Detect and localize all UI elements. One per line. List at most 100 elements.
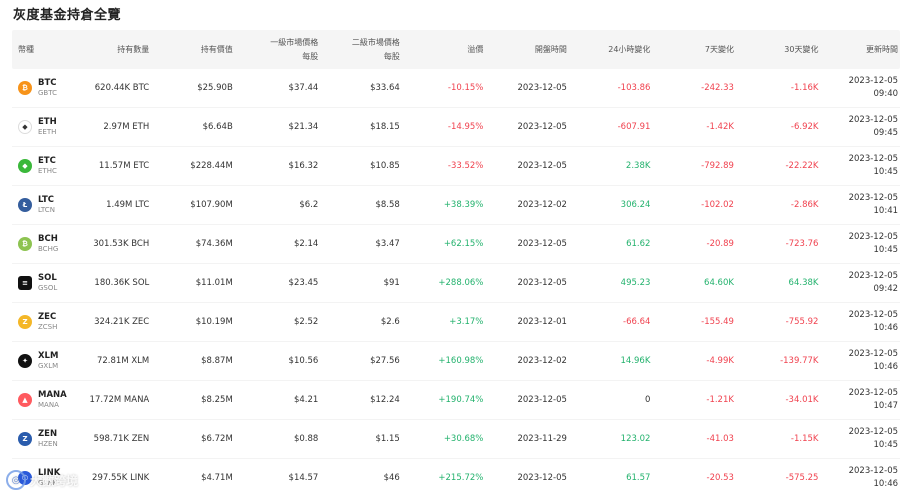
updated-time: 09:42 — [873, 284, 899, 294]
secondary-price-cell: $3.47 — [375, 239, 400, 249]
premium-cell: -33.52% — [447, 161, 484, 171]
updated-cell: 2023-12-05 10:45 — [820, 153, 900, 179]
holdings-cell: 2.97M ETH — [103, 122, 150, 132]
table-row[interactable]: Z ZEN HZEN 598.71K ZEN $6.72M $0.88 $1.15 +30.6… — [12, 420, 900, 459]
asset-cell[interactable]: ≡ SOL GSOL — [12, 273, 82, 293]
updated-time: 10:46 — [873, 362, 899, 372]
header-asset[interactable]: 幣種 — [12, 44, 82, 55]
header-primary-price[interactable]: 一級市場價格 每股 — [235, 36, 321, 64]
change-7d-cell: -1.21K — [706, 395, 734, 405]
updated-date: 2023-12-05 — [848, 349, 899, 359]
primary-price-cell: $10.56 — [288, 356, 319, 366]
header-change-7d[interactable]: 7天變化 — [652, 44, 736, 55]
table-row[interactable]: ◆ ETC ETHC 11.57M ETC $228.44M $16.32 $10.85 -3… — [12, 147, 900, 186]
asset-cell[interactable]: Z ZEC ZCSH — [12, 312, 82, 332]
change-24h-cell: 61.62 — [626, 239, 651, 249]
change-30d-cell: -1.16K — [790, 83, 819, 93]
asset-cell[interactable]: Z ZEN HZEN — [12, 429, 82, 449]
header-premium[interactable]: 溢價 — [402, 44, 486, 55]
fund-ticker: HZEN — [38, 440, 58, 448]
header-change-24h[interactable]: 24小時變化 — [569, 44, 653, 55]
secondary-price-cell: $1.15 — [375, 434, 400, 444]
updated-date: 2023-12-05 — [848, 271, 899, 281]
asset-symbol: SOL — [38, 273, 57, 283]
btc-icon: ₿ — [18, 81, 32, 95]
value-cell: $228.44M — [190, 161, 233, 171]
change-30d-cell: -1.15K — [790, 434, 819, 444]
change-7d-cell: -20.53 — [706, 473, 734, 483]
holdings-table: 幣種 持有數量 持有價值 一級市場價格 每股 二級市場價格 每股 溢價 開盤時間… — [12, 30, 900, 495]
updated-cell: 2023-12-05 10:47 — [820, 387, 900, 413]
asset-symbol: LTC — [38, 195, 55, 205]
open-time-cell: 2023-11-29 — [517, 434, 567, 444]
header-updated[interactable]: 更新時間 — [820, 43, 900, 56]
table-row[interactable]: ⬡ LINK GLNK 297.55K LINK $4.71M $14.57 $46 +215… — [12, 459, 900, 495]
asset-cell[interactable]: ₿ BTC GBTC — [12, 78, 82, 98]
change-7d-cell: -41.03 — [706, 434, 734, 444]
header-change-30d[interactable]: 30天變化 — [736, 44, 821, 55]
holdings-cell: 1.49M LTC — [106, 200, 150, 210]
table-row[interactable]: Ł LTC LTCN 1.49M LTC $107.90M $6.2 $8.58 +38.39… — [12, 186, 900, 225]
premium-cell: -14.95% — [447, 122, 484, 132]
table-row[interactable]: ₿ BCH BCHG 301.53K BCH $74.36M $2.14 $3.47 +62.… — [12, 225, 900, 264]
etc-icon: ◆ — [18, 159, 32, 173]
header-secondary-price-line2: 每股 — [383, 51, 400, 61]
header-open-time[interactable]: 開盤時間 — [485, 44, 569, 55]
primary-price-cell: $21.34 — [288, 122, 319, 132]
table-row[interactable]: ▲ MANA MANA 17.72M MANA $8.25M $4.21 $12.24 +19… — [12, 381, 900, 420]
asset-cell[interactable]: Ł LTC LTCN — [12, 195, 82, 215]
updated-cell: 2023-12-05 10:46 — [820, 309, 900, 335]
asset-cell[interactable]: ◆ ETH EETH — [12, 117, 82, 137]
fund-ticker: EETH — [38, 128, 57, 136]
fund-ticker: LTCN — [38, 206, 55, 214]
watermark-text: 大數跨境 — [30, 473, 79, 488]
updated-date: 2023-12-05 — [848, 115, 899, 125]
updated-time: 10:45 — [873, 245, 899, 255]
asset-cell[interactable]: ▲ MANA MANA — [12, 390, 82, 410]
table-row[interactable]: ✦ XLM GXLM 72.81M XLM $8.87M $10.56 $27.56 +160… — [12, 342, 900, 381]
open-time-cell: 2023-12-05 — [517, 278, 567, 288]
table-row[interactable]: ≡ SOL GSOL 180.36K SOL $11.01M $23.45 $91 +288.… — [12, 264, 900, 303]
updated-time: 10:45 — [873, 167, 899, 177]
header-value[interactable]: 持有價值 — [151, 44, 235, 55]
change-7d-cell: 64.60K — [704, 278, 734, 288]
primary-price-cell: $37.44 — [288, 83, 319, 93]
mana-icon: ▲ — [18, 393, 32, 407]
header-primary-price-line1: 一級市場價格 — [270, 37, 319, 47]
updated-date: 2023-12-05 — [848, 466, 899, 476]
updated-date: 2023-12-05 — [848, 310, 899, 320]
change-30d-cell: -575.25 — [785, 473, 819, 483]
updated-time: 10:41 — [873, 206, 899, 216]
table-row[interactable]: ◆ ETH EETH 2.97M ETH $6.64B $21.34 $18.15 -14.9… — [12, 108, 900, 147]
value-cell: $6.64B — [202, 122, 233, 132]
value-cell: $25.90B — [197, 83, 233, 93]
asset-cell[interactable]: ₿ BCH BCHG — [12, 234, 82, 254]
ltc-icon: Ł — [18, 198, 32, 212]
value-cell: $4.71M — [201, 473, 233, 483]
holdings-cell: 301.53K BCH — [93, 239, 150, 249]
header-secondary-price[interactable]: 二級市場價格 每股 — [320, 36, 402, 64]
asset-cell[interactable]: ✦ XLM GXLM — [12, 351, 82, 371]
updated-date: 2023-12-05 — [848, 154, 899, 164]
xlm-icon: ✦ — [18, 354, 32, 368]
table-row[interactable]: Z ZEC ZCSH 324.21K ZEC $10.19M $2.52 $2.6 +3.17… — [12, 303, 900, 342]
asset-symbol: MANA — [38, 390, 67, 400]
page-title: 灰度基金持倉全覽 — [13, 8, 122, 23]
value-cell: $107.90M — [190, 200, 233, 210]
primary-price-cell: $4.21 — [293, 395, 319, 405]
watermark: ◎ 大數跨境 — [6, 470, 78, 490]
premium-cell: +160.98% — [438, 356, 484, 366]
open-time-cell: 2023-12-05 — [517, 395, 567, 405]
secondary-price-cell: $91 — [383, 278, 400, 288]
open-time-cell: 2023-12-05 — [517, 83, 567, 93]
change-30d-cell: 64.38K — [788, 278, 819, 288]
asset-symbol: ZEC — [38, 312, 57, 322]
premium-cell: +288.06% — [438, 278, 484, 288]
change-24h-cell: 0 — [645, 395, 651, 405]
primary-price-cell: $6.2 — [299, 200, 319, 210]
secondary-price-cell: $27.56 — [370, 356, 400, 366]
header-holdings[interactable]: 持有數量 — [82, 44, 152, 55]
table-row[interactable]: ₿ BTC GBTC 620.44K BTC $25.90B $37.44 $33.64 -1… — [12, 69, 900, 108]
asset-cell[interactable]: ◆ ETC ETHC — [12, 156, 82, 176]
change-24h-cell: 61.57 — [626, 473, 651, 483]
